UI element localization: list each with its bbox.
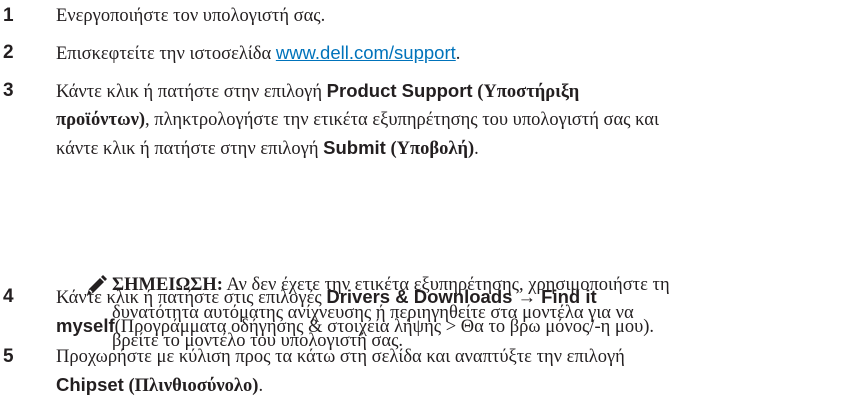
step-text-part: Κάντε κλικ ή πατήστε στις επιλογές	[56, 288, 327, 308]
step-number: 2	[3, 42, 14, 63]
step-line: myself(Προγράμματα οδήγησης & στοιχεία λ…	[56, 312, 842, 341]
step-line: Κάντε κλικ ή πατήστε στην επιλογή Produc…	[56, 77, 842, 106]
step-number: 3	[3, 80, 14, 101]
step-text-part: κάντε κλικ ή πατήστε στην επιλογή	[56, 139, 324, 159]
step-text-part: .	[474, 139, 479, 159]
ui-term: Drivers & Downloads → Find it	[326, 286, 597, 307]
ui-term: Chipset	[56, 374, 124, 395]
step-line: Προχωρήστε με κύλιση προς τα κάτω στη σε…	[56, 347, 625, 367]
step-text-part: , πληκτρολογήστε την ετικέτα εξυπηρέτηση…	[145, 110, 659, 130]
step-text-part: Επισκεφτείτε την ιστοσελίδα	[56, 44, 276, 64]
step-text: Επισκεφτείτε την ιστοσελίδα www.dell.com…	[56, 39, 842, 68]
step-number: 4	[3, 286, 14, 307]
step-number: 1	[3, 5, 14, 26]
step-text-part: .	[455, 44, 461, 64]
step-text-part: Κάντε κλικ ή πατήστε στην επιλογή	[56, 82, 327, 102]
step-text: Ενεργοποιήστε τον υπολογιστή σας.	[56, 6, 326, 26]
step-line: προϊόντων), πληκτρολογήστε την ετικέτα ε…	[56, 106, 842, 134]
step-text: Κάντε κλικ ή πατήστε στις επιλογές Drive…	[56, 283, 842, 341]
step-line: Κάντε κλικ ή πατήστε στις επιλογές Drive…	[56, 283, 842, 312]
ui-term: Submit	[323, 137, 386, 158]
ui-term-translation: (Υποστήριξη	[472, 82, 580, 102]
ui-term-translation: (Υποβολή)	[385, 139, 475, 159]
step-text-part: (Προγράμματα οδήγησης & στοιχεία λήψης >…	[114, 317, 655, 337]
dell-support-link[interactable]: www.dell.com/support	[276, 42, 456, 63]
step-line: κάντε κλικ ή πατήστε στην επιλογή Submit…	[56, 134, 842, 163]
step-text-part: .	[258, 376, 264, 396]
step-number: 5	[3, 346, 14, 367]
ui-term-translation: (Πλινθιοσύνολο)	[123, 376, 259, 396]
ui-term-translation: προϊόντων)	[56, 110, 146, 130]
ui-term: myself	[56, 315, 115, 336]
step-text: Προχωρήστε με κύλιση προς τα κάτω στη σε…	[56, 343, 842, 400]
step-line: Chipset (Πλινθιοσύνολο).	[56, 371, 842, 400]
step-text: Κάντε κλικ ή πατήστε στην επιλογή Produc…	[56, 77, 842, 163]
ui-term: Product Support	[326, 80, 473, 101]
